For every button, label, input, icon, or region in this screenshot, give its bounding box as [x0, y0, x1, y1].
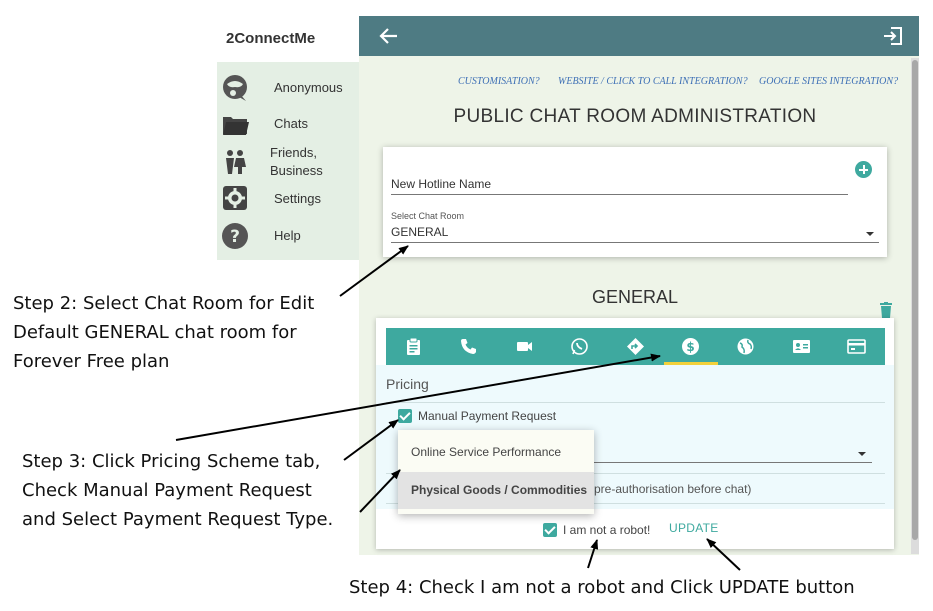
sidebar-item-label: Help	[274, 228, 301, 243]
sidebar-item-label: Chats	[274, 116, 308, 131]
scrollbar-thumb[interactable]	[912, 60, 918, 540]
step2-annotation: Step 2: Select Chat Room for Edit Defaul…	[13, 289, 314, 376]
sidebar-item-label: Friends,	[270, 145, 317, 160]
hotline-card	[383, 147, 887, 257]
dropdown-option-physical-goods[interactable]: Physical Goods / Commodities	[398, 472, 594, 509]
globe-icon	[737, 338, 754, 355]
update-button[interactable]: UPDATE	[669, 521, 719, 535]
customisation-link[interactable]: CUSTOMISATION?	[458, 76, 540, 87]
not-robot-checkbox[interactable]	[543, 523, 557, 537]
arrow-left-icon[interactable]	[377, 24, 401, 48]
tab-website[interactable]	[718, 328, 773, 365]
tab-payment[interactable]	[829, 328, 884, 365]
payment-type-dropdown: Online Service Performance Physical Good…	[398, 430, 594, 514]
sidebar-item-label: Settings	[274, 191, 321, 206]
tab-video[interactable]	[497, 328, 552, 365]
gear-icon	[221, 184, 249, 212]
manual-payment-label: Manual Payment Request	[418, 409, 557, 423]
google-sites-integration-link[interactable]: GOOGLE SITES INTEGRATION?	[759, 76, 898, 87]
video-icon	[516, 342, 532, 351]
step3-annotation: Step 3: Click Pricing Scheme tab, Check …	[22, 447, 333, 534]
step2-line1: Step 2: Select Chat Room for Edit	[13, 293, 315, 314]
phone-icon	[461, 339, 477, 354]
select-chat-room-label: Select Chat Room	[391, 211, 465, 221]
sidebar: Anonymous Chats Friends, Business Settin…	[217, 62, 359, 260]
trash-icon[interactable]	[879, 302, 893, 318]
tab-directions[interactable]	[608, 328, 663, 365]
tab-pricing[interactable]: $	[663, 328, 718, 365]
section-divider	[386, 402, 885, 403]
step4-annotation: Step 4: Check I am not a robot and Click…	[349, 577, 855, 598]
folder-icon	[221, 110, 249, 138]
tab-details[interactable]	[386, 328, 441, 365]
dollar-icon: $	[682, 338, 699, 355]
tab-contact[interactable]	[774, 328, 829, 365]
sidebar-item-settings[interactable]: Settings	[217, 180, 359, 216]
add-hotline-button[interactable]	[855, 161, 872, 178]
website-integration-link[interactable]: WEBSITE / CLICK TO CALL INTEGRATION?	[558, 76, 748, 87]
dropdown-option-online-service[interactable]: Online Service Performance	[398, 434, 594, 471]
hotline-name-input[interactable]: New Hotline Name	[391, 177, 491, 191]
people-icon	[221, 148, 249, 176]
not-robot-label: I am not a robot!	[563, 523, 651, 537]
sidebar-item-help[interactable]: ? Help	[217, 218, 359, 254]
contact-card-icon	[792, 340, 810, 353]
page-title: PUBLIC CHAT ROOM ADMINISTRATION	[453, 106, 817, 127]
step3-line3: and Select Payment Request Type.	[22, 509, 334, 530]
payment-card-icon	[847, 339, 866, 354]
tab-phone[interactable]	[441, 328, 496, 365]
active-tab-indicator	[664, 362, 718, 365]
pricing-section-label: Pricing	[386, 376, 429, 392]
sidebar-item-anonymous[interactable]: Anonymous	[217, 70, 359, 106]
step3-line2: Check Manual Payment Request	[22, 480, 312, 501]
chat-room-select-underline	[391, 242, 879, 243]
svg-text:?: ?	[230, 227, 240, 247]
step2-line3: Forever Free plan	[13, 351, 170, 372]
app-brand: 2ConnectMe	[226, 30, 316, 47]
screenshot-root: 2ConnectMe Anonymous Chats Friends, Busi…	[0, 0, 933, 611]
chevron-down-icon[interactable]	[866, 232, 874, 236]
whatsapp-icon	[571, 338, 588, 355]
room-title: GENERAL	[591, 287, 679, 307]
tab-whatsapp[interactable]	[552, 328, 607, 365]
sidebar-item-friends-business[interactable]: Friends, Business	[217, 144, 359, 180]
chevron-down-icon[interactable]	[858, 452, 866, 456]
hotline-name-underline	[391, 194, 848, 195]
svg-text:$: $	[686, 340, 694, 354]
chat-room-select[interactable]: GENERAL	[391, 225, 448, 239]
step2-line2: Default GENERAL chat room for	[13, 322, 297, 343]
payment-type-select-underline	[594, 462, 872, 463]
help-icon: ?	[221, 222, 249, 250]
manual-payment-checkbox[interactable]	[398, 409, 412, 423]
exit-icon[interactable]	[881, 24, 905, 48]
clipboard-icon	[407, 337, 420, 355]
sidebar-item-label-line2: Business	[270, 163, 323, 178]
sidebar-item-label: Anonymous	[274, 80, 343, 95]
payment-hint-text: pre-authorisation before chat)	[594, 482, 752, 496]
sidebar-item-chats[interactable]: Chats	[217, 106, 359, 142]
anonymous-avatar-icon	[221, 74, 249, 102]
directions-icon	[626, 338, 644, 355]
step3-line1: Step 3: Click Pricing Scheme tab,	[22, 451, 321, 472]
app-bar	[359, 16, 919, 56]
